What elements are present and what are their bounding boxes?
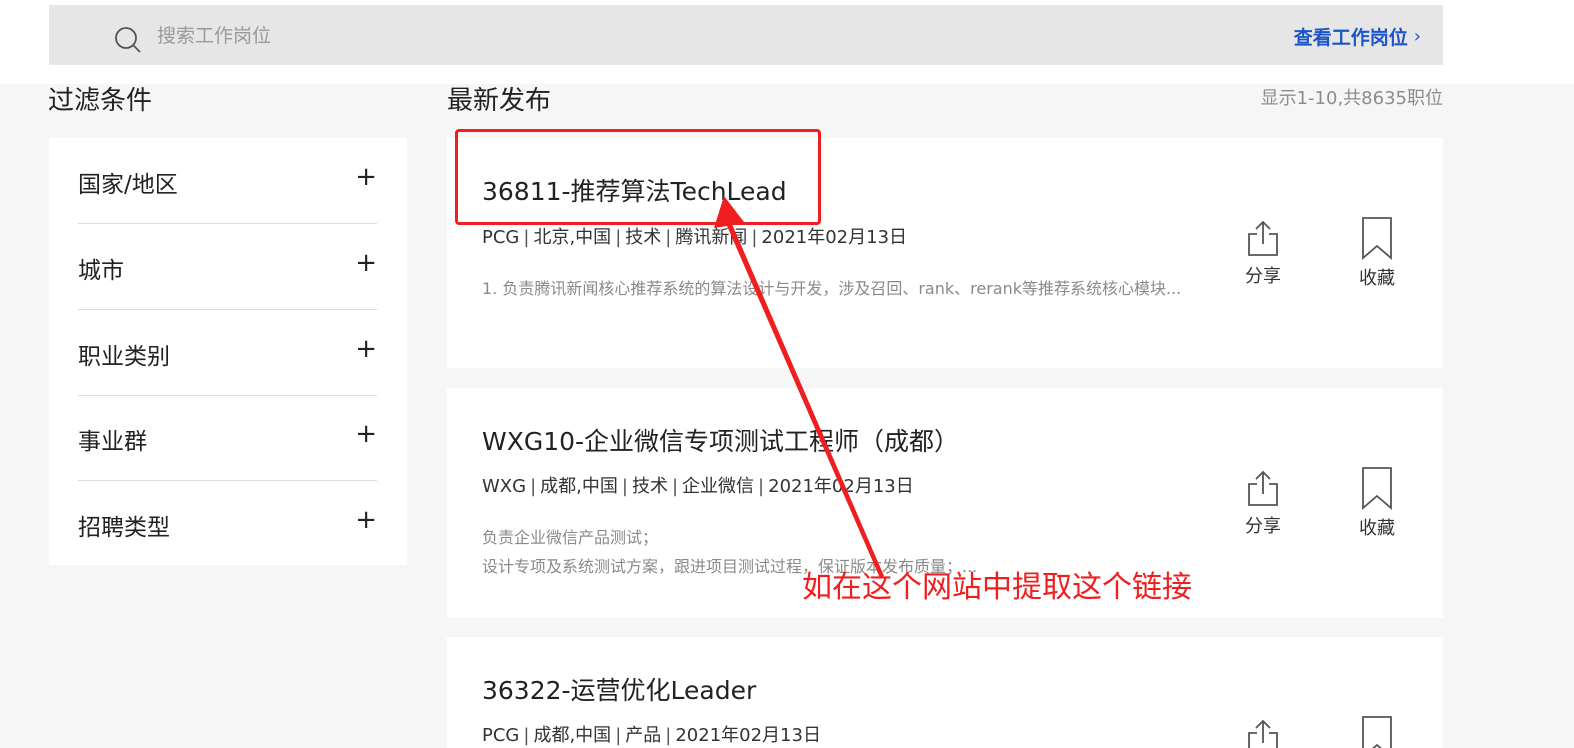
filter-label: 国家/地区 (78, 172, 178, 198)
job-description-line: 负责企业微信产品测试； (482, 528, 659, 547)
job-location: 北京,中国 (533, 227, 612, 248)
view-jobs-label: 查看工作岗位 (1293, 27, 1408, 49)
filter-label: 城市 (78, 258, 124, 284)
favorite-label: 收藏 (1359, 518, 1395, 539)
bookmark-icon (1362, 217, 1392, 260)
favorite-label: 收藏 (1359, 268, 1395, 289)
filter-item-recruit-type[interactable]: 招聘类型 + (78, 481, 377, 566)
filter-label: 招聘类型 (78, 515, 170, 541)
share-button[interactable]: 分享 (1233, 218, 1293, 288)
filter-title: 过滤条件 (48, 86, 153, 116)
job-bg: PCG (482, 227, 520, 248)
job-location: 成都,中国 (540, 476, 618, 497)
job-date: 2021年02月13日 (761, 227, 908, 248)
share-button[interactable] (1233, 717, 1293, 748)
job-category: 技术 (631, 476, 668, 497)
job-title-link[interactable]: WXG10-企业微信专项测试工程师（成都） (482, 422, 959, 458)
favorite-button[interactable]: 收藏 (1347, 466, 1407, 540)
favorite-button[interactable]: 收藏 (1347, 216, 1407, 290)
annotation-text: 如在这个网站中提取这个链接 (802, 570, 1192, 605)
job-bg: PCG (482, 725, 520, 746)
favorite-button[interactable] (1347, 715, 1407, 748)
job-location: 成都,中国 (533, 725, 612, 746)
job-meta: PCG | 北京,中国 | 技术 | 腾讯新闻 | 2021年02月13日 (482, 227, 908, 248)
share-button[interactable]: 分享 (1233, 468, 1293, 538)
filter-item-business-group[interactable]: 事业群 + (78, 395, 377, 481)
share-icon (1248, 719, 1278, 748)
filter-item-country[interactable]: 国家/地区 + (78, 138, 377, 224)
filter-label: 事业群 (78, 429, 147, 455)
job-product: 腾讯新闻 (675, 227, 748, 248)
view-jobs-link[interactable]: 查看工作岗位 › (1294, 23, 1421, 50)
job-bg: WXG (482, 476, 527, 497)
job-date: 2021年02月13日 (675, 725, 821, 746)
job-category: 产品 (625, 725, 662, 746)
plus-icon[interactable]: + (355, 421, 377, 447)
share-icon (1248, 220, 1278, 256)
latest-title: 最新发布 (447, 86, 552, 116)
bookmark-icon (1362, 716, 1392, 748)
search-bar: 查看工作岗位 › (49, 5, 1443, 65)
results-count: 显示1-10,共8635职位 (1260, 88, 1443, 109)
search-input[interactable] (157, 19, 1057, 53)
share-icon (1248, 470, 1278, 506)
search-icon[interactable] (114, 26, 142, 54)
job-card: 36322-运营优化Leader PCG | 成都,中国 | 产品 | 2021年02月13… (447, 637, 1443, 748)
plus-icon[interactable]: + (355, 336, 377, 362)
filter-label: 职业类别 (78, 344, 170, 370)
plus-icon[interactable]: + (355, 507, 377, 533)
job-meta: WXG | 成都,中国 | 技术 | 企业微信 | 2021年02月13日 (482, 476, 914, 497)
filter-panel: 国家/地区 + 城市 + 职业类别 + 事业群 + 招聘类型 + (49, 138, 407, 565)
job-product: 企业微信 (682, 476, 755, 497)
bookmark-icon (1362, 467, 1392, 510)
filter-item-category[interactable]: 职业类别 + (78, 310, 377, 396)
job-title-link[interactable]: 36811-推荐算法TechLead (482, 172, 787, 208)
share-label: 分享 (1245, 266, 1281, 287)
job-category: 技术 (625, 227, 662, 248)
filter-item-city[interactable]: 城市 + (78, 224, 377, 310)
job-meta: PCG | 成都,中国 | 产品 | 2021年02月13日 (482, 725, 821, 746)
job-card: 36811-推荐算法TechLead PCG | 北京,中国 | 技术 | 腾讯新闻 | 202… (447, 138, 1443, 368)
chevron-right-icon: › (1413, 26, 1421, 47)
job-date: 2021年02月13日 (768, 476, 914, 497)
plus-icon[interactable]: + (355, 164, 377, 190)
top-bar: 查看工作岗位 › (0, 0, 1574, 84)
job-title-link[interactable]: 36322-运营优化Leader (482, 671, 756, 707)
share-label: 分享 (1245, 516, 1281, 537)
plus-icon[interactable]: + (355, 250, 377, 276)
job-description: 1. 负责腾讯新闻核心推荐系统的算法设计与开发，涉及召回、rank、rerank… (482, 279, 1182, 298)
